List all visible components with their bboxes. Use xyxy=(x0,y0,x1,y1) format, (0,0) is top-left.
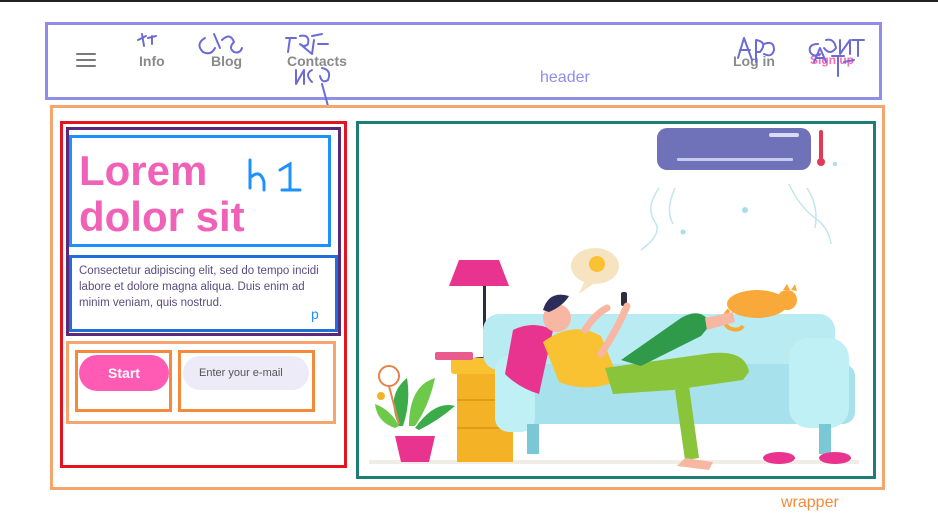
p-annotation-label: p xyxy=(311,306,319,322)
h1-annotation-scribble xyxy=(248,158,302,192)
handwritten-annotations xyxy=(137,33,865,107)
hero-heading-line2: dolor sit xyxy=(79,193,245,240)
air-conditioner-icon xyxy=(657,128,811,170)
email-field[interactable] xyxy=(183,356,309,390)
potted-plant-icon xyxy=(375,378,455,462)
hero-paragraph: Consectetur adipiscing elit, sed do temp… xyxy=(79,265,319,309)
wrapper-annotation-label: wrapper xyxy=(781,494,839,511)
start-button[interactable]: Start xyxy=(79,355,169,391)
speech-bubble-icon xyxy=(571,248,619,294)
cold-air-lines xyxy=(640,183,832,251)
thermometer-icon xyxy=(817,130,825,166)
hero-illustration xyxy=(369,128,859,470)
snowflake-icon xyxy=(680,162,837,235)
